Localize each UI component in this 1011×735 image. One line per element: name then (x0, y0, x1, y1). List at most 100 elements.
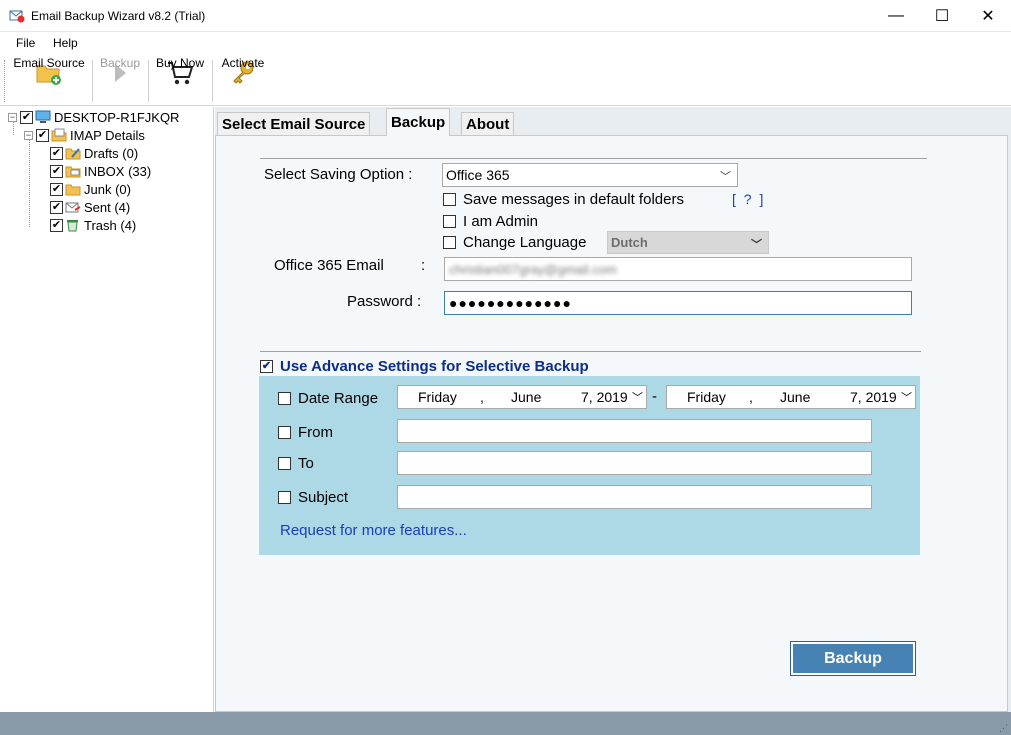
minimize-button[interactable]: — (873, 0, 919, 32)
email-colon: : (421, 257, 426, 274)
tree-checkbox[interactable]: ✔ (50, 200, 63, 214)
junk-icon (65, 182, 81, 196)
email-value: christian007gray@gmail.com (449, 261, 617, 277)
backup-panel: Select Saving Option : Office 365 ﹀ Save… (215, 135, 1008, 712)
activate-label: Activate (221, 56, 265, 70)
checkbox-box[interactable] (443, 215, 456, 228)
checkbox-box[interactable] (278, 426, 291, 439)
from-input[interactable] (397, 419, 872, 443)
tree-folder-drafts[interactable]: ✔ Drafts (0) (50, 144, 138, 162)
drafts-icon (65, 146, 81, 160)
sent-icon (65, 200, 81, 214)
from-label: From (298, 424, 333, 441)
window-title: Email Backup Wizard v8.2 (Trial) (31, 9, 206, 23)
tree-folder-label: Sent (4) (84, 199, 131, 215)
main-content: Select Email Source Backup About Select … (215, 107, 1011, 712)
request-features-link[interactable]: Request for more features... (280, 522, 467, 539)
checkbox-box[interactable] (443, 193, 456, 206)
date-to-picker[interactable]: Friday , June 7, 2019 ﹀ (666, 385, 916, 409)
save-default-folders-label: Save messages in default folders (463, 191, 684, 208)
email-input[interactable]: christian007gray@gmail.com (444, 257, 912, 281)
i-am-admin-label: I am Admin (463, 213, 539, 230)
chevron-down-icon: ﹀ (751, 239, 762, 251)
tree-folder-junk[interactable]: ✔ Junk (0) (50, 180, 131, 198)
close-button[interactable]: ✕ (965, 0, 1011, 32)
backup-toolbar-button[interactable]: Backup (97, 54, 143, 106)
tab-select-email-source[interactable]: Select Email Source (217, 112, 371, 135)
checkbox-box[interactable] (278, 457, 291, 470)
status-bar: ⋰ (0, 712, 1011, 735)
saving-option-select[interactable]: Office 365 ﹀ (442, 163, 738, 187)
collapse-toggle[interactable]: − (24, 130, 33, 140)
tree-folder-inbox[interactable]: ✔ INBOX (33) (50, 162, 151, 180)
date-range-separator: - (652, 388, 657, 405)
email-source-button[interactable]: Email Source (13, 54, 85, 106)
tree-checkbox[interactable]: ✔ (50, 182, 63, 196)
date-from-day: Friday (418, 389, 457, 405)
password-value: ●●●●●●●●●●●●● (449, 295, 572, 311)
tree-checkbox[interactable]: ✔ (50, 218, 63, 232)
checkbox-box[interactable] (443, 236, 456, 249)
tree-connector (29, 139, 30, 227)
tree-checkbox[interactable]: ✔ (20, 110, 33, 124)
activate-button[interactable]: Activate (218, 54, 268, 106)
saving-option-label: Select Saving Option : (264, 166, 413, 183)
toolbar-grip[interactable] (4, 60, 6, 102)
backup-toolbar-label: Backup (99, 56, 141, 70)
collapse-toggle[interactable]: − (8, 112, 17, 122)
toolbar-separator (148, 60, 149, 102)
date-from-month: June (511, 389, 542, 405)
tree-folder-sent[interactable]: ✔ Sent (4) (50, 198, 130, 216)
folder-tree: − ✔ DESKTOP-R1FJKQR − ✔ IMAP Details ✔ D… (0, 107, 214, 712)
toolbar-separator (212, 60, 213, 102)
date-range-checkbox[interactable]: Date Range (278, 390, 378, 407)
divider (260, 158, 927, 159)
subject-input[interactable] (397, 485, 872, 509)
tab-backup[interactable]: Backup (386, 108, 451, 136)
toolbar-separator (92, 60, 93, 102)
date-separator: , (749, 389, 753, 405)
password-label: Password : (347, 293, 422, 310)
resize-grip-icon[interactable]: ⋰ (999, 723, 1009, 733)
backup-button[interactable]: Backup (790, 641, 916, 676)
to-input[interactable] (397, 451, 872, 475)
checkbox-box[interactable] (278, 491, 291, 504)
maximize-button[interactable]: ☐ (919, 0, 965, 32)
to-label: To (298, 455, 314, 472)
date-range-label: Date Range (298, 390, 379, 407)
mail-folder-icon (51, 128, 67, 142)
buy-now-button[interactable]: Buy Now (153, 54, 207, 106)
i-am-admin-checkbox[interactable]: I am Admin (443, 213, 538, 230)
change-language-checkbox[interactable]: Change Language (443, 234, 586, 251)
checkbox-box[interactable] (278, 392, 291, 405)
save-default-folders-checkbox[interactable]: Save messages in default folders (443, 191, 684, 208)
advanced-settings-checkbox[interactable]: ✔ Use Advance Settings for Selective Bac… (260, 358, 589, 375)
date-from-picker[interactable]: Friday , June 7, 2019 ﹀ (397, 385, 647, 409)
tree-checkbox[interactable]: ✔ (50, 164, 63, 178)
tree-root-node[interactable]: − ✔ DESKTOP-R1FJKQR (8, 108, 179, 126)
toolbar: Email Source Backup Buy Now Activate (0, 54, 1011, 106)
menu-file[interactable]: File (16, 36, 35, 50)
password-input[interactable]: ●●●●●●●●●●●●● (444, 291, 912, 315)
to-checkbox[interactable]: To (278, 455, 314, 472)
trash-icon (65, 218, 81, 232)
tree-account-label: IMAP Details (70, 127, 145, 143)
tab-about[interactable]: About (461, 112, 515, 135)
tree-root-label: DESKTOP-R1FJKQR (54, 109, 180, 125)
tree-checkbox[interactable]: ✔ (50, 146, 63, 160)
date-to-day: Friday (687, 389, 726, 405)
from-checkbox[interactable]: From (278, 424, 333, 441)
title-bar: Email Backup Wizard v8.2 (Trial) — ☐ ✕ (0, 0, 1011, 32)
checkbox-box[interactable]: ✔ (260, 360, 273, 373)
tree-checkbox[interactable]: ✔ (36, 128, 49, 142)
language-value: Dutch (611, 235, 648, 250)
subject-label: Subject (298, 489, 349, 506)
inbox-icon (65, 164, 81, 178)
subject-checkbox[interactable]: Subject (278, 489, 348, 506)
chevron-down-icon: ﹀ (720, 171, 731, 183)
tree-folder-trash[interactable]: ✔ Trash (4) (50, 216, 136, 234)
menu-help[interactable]: Help (53, 36, 78, 50)
help-link[interactable]: [ ? ] (732, 191, 765, 207)
tree-folder-label: INBOX (33) (84, 163, 152, 179)
tree-account-node[interactable]: − ✔ IMAP Details (24, 126, 145, 144)
